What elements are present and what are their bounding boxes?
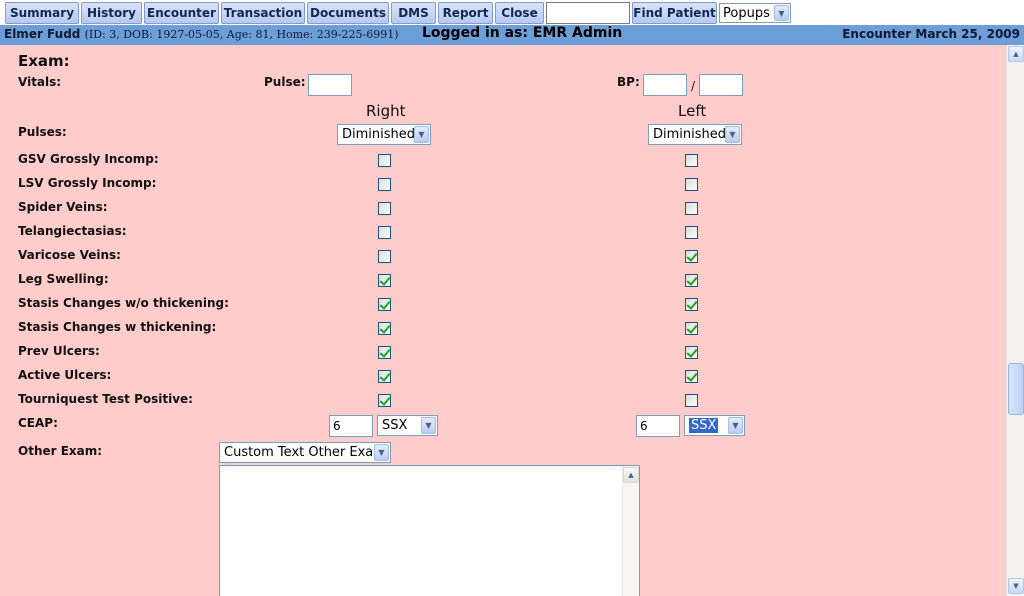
ceap-right-select-value: SSX <box>382 418 408 433</box>
telangiectasias-left-checkbox[interactable] <box>685 226 698 239</box>
lsv-left-checkbox[interactable] <box>685 178 698 191</box>
exam-form: Exam: Vitals: Pulse: BP: / Right Left Pu… <box>0 45 1006 596</box>
left-column-header: Left <box>678 102 707 120</box>
pulses-left-value: Diminished <box>653 127 727 142</box>
gsv-left-checkbox[interactable] <box>685 154 698 167</box>
other-exam-label: Other Exam: <box>18 444 103 458</box>
ceap-right-input[interactable]: 6 <box>329 415 373 437</box>
other-exam-select-value: Custom Text Other Exam <box>224 445 386 460</box>
tourniquet-test-right-checkbox[interactable] <box>378 394 391 407</box>
encounter-button[interactable]: Encounter <box>144 2 219 24</box>
ceap-right-select[interactable]: SSX ▼ <box>377 415 438 436</box>
prev-ulcers-left-checkbox[interactable] <box>685 346 698 359</box>
find-patient-button[interactable]: Find Patient <box>632 2 717 24</box>
stasis-no-thickening-left-checkbox[interactable] <box>685 298 698 311</box>
page-scrollbar[interactable]: ▲ ▼ <box>1006 45 1024 596</box>
tourniquet-test-left-checkbox[interactable] <box>685 394 698 407</box>
pulse-input[interactable] <box>308 74 352 96</box>
pulses-right-select[interactable]: Diminished ▼ <box>337 124 431 145</box>
spider-veins-left-checkbox[interactable] <box>685 202 698 215</box>
transaction-button[interactable]: Transaction <box>221 2 305 24</box>
varicose-veins-right-checkbox[interactable] <box>378 250 391 263</box>
chevron-down-icon[interactable]: ▼ <box>374 444 389 461</box>
patient-banner: Elmer Fudd (ID: 3, DOB: 1927-05-05, Age:… <box>0 25 1024 45</box>
scroll-up-icon[interactable]: ▲ <box>1008 46 1024 62</box>
popups-select[interactable]: Popups ▼ <box>719 3 791 23</box>
stasis-no-thickening-right-checkbox[interactable] <box>378 298 391 311</box>
pulse-label: Pulse: <box>264 75 306 89</box>
patient-details: (ID: 3, DOB: 1927-05-05, Age: 81, Home: … <box>84 28 399 41</box>
scroll-up-icon[interactable]: ▲ <box>623 467 639 483</box>
bp-systolic-input[interactable] <box>643 74 687 96</box>
spider-veins-label: Spider Veins: <box>18 200 108 214</box>
bp-label: BP: <box>617 75 640 89</box>
patient-name[interactable]: Elmer Fudd <box>4 27 80 41</box>
right-column-header: Right <box>366 102 406 120</box>
active-ulcers-left-checkbox[interactable] <box>685 370 698 383</box>
gsv-right-checkbox[interactable] <box>378 154 391 167</box>
pulses-label: Pulses: <box>18 125 67 139</box>
top-navigation: Summary History Encounter Transaction Do… <box>0 0 1024 25</box>
prev-ulcers-label: Prev Ulcers: <box>18 344 100 358</box>
lsv-grossly-incomp-label: LSV Grossly Incomp: <box>18 176 157 190</box>
chevron-down-icon[interactable]: ▼ <box>728 417 743 434</box>
telangiectasias-label: Telangiectasias: <box>18 224 127 238</box>
close-button[interactable]: Close <box>495 2 544 24</box>
ceap-left-select[interactable]: SSX ▼ <box>684 415 745 436</box>
documents-button[interactable]: Documents <box>307 2 389 24</box>
popups-select-value: Popups <box>723 5 770 21</box>
varicose-veins-left-checkbox[interactable] <box>685 250 698 263</box>
tourniquet-test-label: Tourniquest Test Positive: <box>18 392 193 406</box>
logged-in-user: Logged in as: EMR Admin <box>422 25 623 41</box>
vitals-label: Vitals: <box>18 75 62 89</box>
chevron-down-icon[interactable]: ▼ <box>414 126 429 143</box>
encounter-date[interactable]: Encounter March 25, 2009 <box>842 27 1020 41</box>
spider-veins-right-checkbox[interactable] <box>378 202 391 215</box>
summary-button[interactable]: Summary <box>5 2 79 24</box>
pulses-right-value: Diminished <box>342 127 416 142</box>
ceap-left-select-value: SSX <box>689 418 719 433</box>
bp-separator: / <box>691 79 696 93</box>
chevron-down-icon[interactable]: ▼ <box>421 417 436 434</box>
scroll-down-icon[interactable]: ▼ <box>1008 578 1024 594</box>
leg-swelling-label: Leg Swelling: <box>18 272 109 286</box>
chevron-down-icon[interactable]: ▼ <box>725 126 740 143</box>
dms-button[interactable]: DMS <box>391 2 436 24</box>
other-exam-textarea[interactable]: ▲ <box>219 465 640 596</box>
history-button[interactable]: History <box>81 2 142 24</box>
stasis-thickening-label: Stasis Changes w thickening: <box>18 320 217 334</box>
varicose-veins-label: Varicose Veins: <box>18 248 121 262</box>
report-button[interactable]: Report <box>438 2 493 24</box>
lsv-right-checkbox[interactable] <box>378 178 391 191</box>
textarea-scrollbar[interactable]: ▲ <box>622 466 639 596</box>
leg-swelling-right-checkbox[interactable] <box>378 274 391 287</box>
stasis-no-thickening-label: Stasis Changes w/o thickening: <box>18 296 229 310</box>
telangiectasias-right-checkbox[interactable] <box>378 226 391 239</box>
pulses-left-select[interactable]: Diminished ▼ <box>648 124 742 145</box>
scrollbar-thumb[interactable] <box>1008 363 1024 415</box>
stasis-thickening-right-checkbox[interactable] <box>378 322 391 335</box>
stasis-thickening-left-checkbox[interactable] <box>685 322 698 335</box>
chevron-down-icon[interactable]: ▼ <box>774 5 789 21</box>
patient-search-input[interactable] <box>546 2 630 24</box>
patient-summary: Elmer Fudd (ID: 3, DOB: 1927-05-05, Age:… <box>4 27 399 41</box>
exam-heading: Exam: <box>18 52 70 70</box>
prev-ulcers-right-checkbox[interactable] <box>378 346 391 359</box>
leg-swelling-left-checkbox[interactable] <box>685 274 698 287</box>
ceap-label: CEAP: <box>18 416 58 430</box>
ceap-left-input[interactable]: 6 <box>636 415 680 437</box>
gsv-grossly-incomp-label: GSV Grossly Incomp: <box>18 152 159 166</box>
other-exam-select[interactable]: Custom Text Other Exam ▼ <box>219 442 391 463</box>
bp-diastolic-input[interactable] <box>699 74 743 96</box>
active-ulcers-right-checkbox[interactable] <box>378 370 391 383</box>
active-ulcers-label: Active Ulcers: <box>18 368 112 382</box>
